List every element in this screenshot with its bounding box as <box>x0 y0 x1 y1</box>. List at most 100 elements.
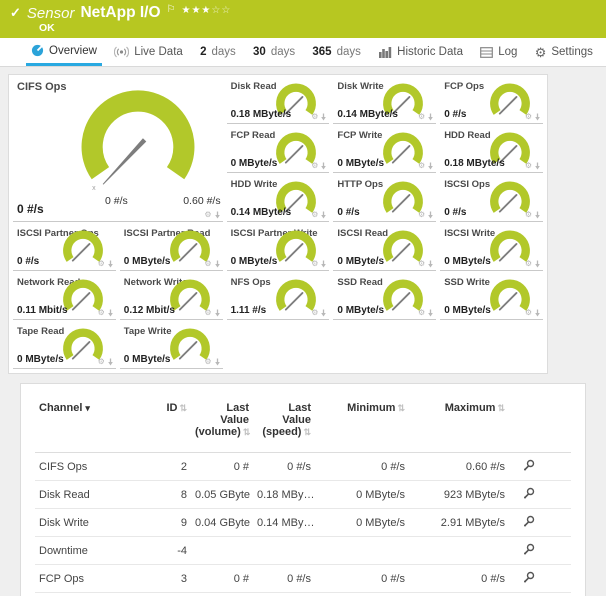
gear-icon[interactable]: ⚙ <box>311 162 318 170</box>
pin-icon[interactable] <box>427 162 434 170</box>
gear-icon[interactable]: ⚙ <box>204 211 211 219</box>
pin-icon[interactable] <box>320 113 327 121</box>
pin-icon[interactable] <box>214 211 221 219</box>
tab-historic-data[interactable]: Historic Data <box>373 38 468 66</box>
gauge-cell[interactable]: FCP Ops0 #/s⚙ <box>440 79 543 124</box>
gear-icon[interactable]: ⚙ <box>204 260 211 268</box>
channel-name: Downtime <box>35 537 147 565</box>
gauge-value: 0 MByte/s <box>337 256 384 267</box>
pin-icon[interactable] <box>534 162 541 170</box>
channel-settings-icon[interactable] <box>522 515 536 527</box>
gauge-cell[interactable]: FCP Write0 MByte/s⚙ <box>333 128 436 173</box>
pin-icon[interactable] <box>427 113 434 121</box>
channel-settings-icon[interactable] <box>522 487 536 499</box>
pin-icon[interactable] <box>107 358 114 366</box>
gauge-actions: ⚙ <box>311 113 327 121</box>
column-header-minimum[interactable]: Minimum⇅ <box>315 390 409 453</box>
minimum-value: 0 MByte/s <box>315 509 409 537</box>
gear-icon[interactable]: ⚙ <box>418 260 425 268</box>
tab-2-days[interactable]: 2 days <box>195 38 241 66</box>
column-header-maximum[interactable]: Maximum⇅ <box>409 390 509 453</box>
status-ok-icon: ✓ <box>10 5 21 21</box>
gear-icon[interactable]: ⚙ <box>204 309 211 317</box>
gear-icon[interactable]: ⚙ <box>525 211 532 219</box>
gauge-cell[interactable]: ISCSI Partner Write0 MByte/s⚙ <box>227 226 330 271</box>
tab-log[interactable]: Log <box>475 38 522 66</box>
gauge-cell[interactable]: Disk Read0.18 MByte/s⚙ <box>227 79 330 124</box>
pin-icon[interactable] <box>214 309 221 317</box>
gear-icon[interactable]: ⚙ <box>98 309 105 317</box>
column-header-id[interactable]: ID⇅ <box>147 390 191 453</box>
flag-icon[interactable]: ⚐ <box>167 4 176 15</box>
channel-settings-icon[interactable] <box>522 459 536 471</box>
gauge-cell[interactable]: FCP Read0 MByte/s⚙ <box>227 128 330 173</box>
gear-icon[interactable]: ⚙ <box>311 309 318 317</box>
gauge-cell[interactable]: Disk Write0.14 MByte/s⚙ <box>333 79 436 124</box>
gear-icon[interactable]: ⚙ <box>204 358 211 366</box>
gear-icon[interactable]: ⚙ <box>525 260 532 268</box>
pin-icon[interactable] <box>320 260 327 268</box>
tab-30-days[interactable]: 30 days <box>248 38 300 66</box>
pin-icon[interactable] <box>107 309 114 317</box>
pin-icon[interactable] <box>320 211 327 219</box>
gauge-cell[interactable]: NFS Ops1.11 #/s⚙ <box>227 275 330 320</box>
tab-overview[interactable]: Overview <box>26 38 102 66</box>
gear-icon[interactable]: ⚙ <box>418 113 425 121</box>
pin-icon[interactable] <box>534 211 541 219</box>
gear-icon[interactable]: ⚙ <box>98 358 105 366</box>
gauge-cell[interactable]: Network Write0.12 Mbit/s⚙ <box>120 275 223 320</box>
gauge-actions: ⚙ <box>311 162 327 170</box>
gauge-cell[interactable]: SSD Write0 MByte/s⚙ <box>440 275 543 320</box>
gauge-cell[interactable]: SSD Read0 MByte/s⚙ <box>333 275 436 320</box>
last-value-volume: 0.05 GByte <box>191 481 253 509</box>
tab-live-data[interactable]: Live Data <box>109 38 188 66</box>
gauge-cell[interactable]: HTTP Ops0 #/s⚙ <box>333 177 436 222</box>
gear-icon[interactable]: ⚙ <box>311 113 318 121</box>
gauge-cell[interactable]: Tape Write0 MByte/s⚙ <box>120 324 223 369</box>
pin-icon[interactable] <box>320 162 327 170</box>
pin-icon[interactable] <box>534 260 541 268</box>
priority-stars[interactable]: ★★★☆☆ <box>182 5 232 16</box>
gauge-cell[interactable]: ISCSI Ops0 #/s⚙ <box>440 177 543 222</box>
pin-icon[interactable] <box>320 309 327 317</box>
pin-icon[interactable] <box>534 309 541 317</box>
channel-settings-icon[interactable] <box>522 543 536 555</box>
gear-icon[interactable]: ⚙ <box>311 211 318 219</box>
pin-icon[interactable] <box>214 358 221 366</box>
gauge-cell[interactable]: Network Read0.11 Mbit/s⚙ <box>13 275 116 320</box>
gauge-value: 0 #/s <box>337 207 359 218</box>
pin-icon[interactable] <box>427 211 434 219</box>
gear-icon[interactable]: ⚙ <box>525 113 532 121</box>
tab-log-label: Log <box>498 46 517 58</box>
gear-icon[interactable]: ⚙ <box>311 260 318 268</box>
gauge-cell[interactable]: ISCSI Partner Read0 MByte/s⚙ <box>120 226 223 271</box>
column-header-channel[interactable]: Channel▾ <box>35 390 147 453</box>
gauge-cell[interactable]: ISCSI Partner Ops0 #/s⚙ <box>13 226 116 271</box>
gauge-cell-primary[interactable]: CIFS Ops x 0 #/s 0.60 #/s 0 #/s ⚙ <box>13 79 223 222</box>
gauge-cell[interactable]: HDD Write0.14 MByte/s⚙ <box>227 177 330 222</box>
gauge-cell[interactable]: HDD Read0.18 MByte/s⚙ <box>440 128 543 173</box>
tab-365-days[interactable]: 365 days <box>307 38 365 66</box>
pin-icon[interactable] <box>534 113 541 121</box>
gear-icon[interactable]: ⚙ <box>98 260 105 268</box>
gear-icon[interactable]: ⚙ <box>418 162 425 170</box>
gauge-cell[interactable]: ISCSI Read0 MByte/s⚙ <box>333 226 436 271</box>
gear-icon[interactable]: ⚙ <box>525 309 532 317</box>
tab-365-days-number: 365 <box>312 46 331 58</box>
maximum-value <box>409 537 509 565</box>
gauge-cell[interactable]: Tape Read0 MByte/s⚙ <box>13 324 116 369</box>
gauge-cell[interactable]: ISCSI Write0 MByte/s⚙ <box>440 226 543 271</box>
pin-icon[interactable] <box>427 309 434 317</box>
tab-overview-label: Overview <box>49 45 97 57</box>
pin-icon[interactable] <box>107 260 114 268</box>
gear-icon[interactable]: ⚙ <box>418 211 425 219</box>
column-header-last-volume[interactable]: Last Value (volume)⇅ <box>191 390 253 453</box>
gauge-value: 0 #/s <box>17 202 44 216</box>
pin-icon[interactable] <box>427 260 434 268</box>
column-header-last-speed[interactable]: Last Value (speed)⇅ <box>253 390 315 453</box>
gear-icon[interactable]: ⚙ <box>418 309 425 317</box>
tab-settings[interactable]: ⚙ Settings <box>530 38 598 66</box>
gear-icon[interactable]: ⚙ <box>525 162 532 170</box>
pin-icon[interactable] <box>214 260 221 268</box>
channel-settings-icon[interactable] <box>522 571 536 583</box>
